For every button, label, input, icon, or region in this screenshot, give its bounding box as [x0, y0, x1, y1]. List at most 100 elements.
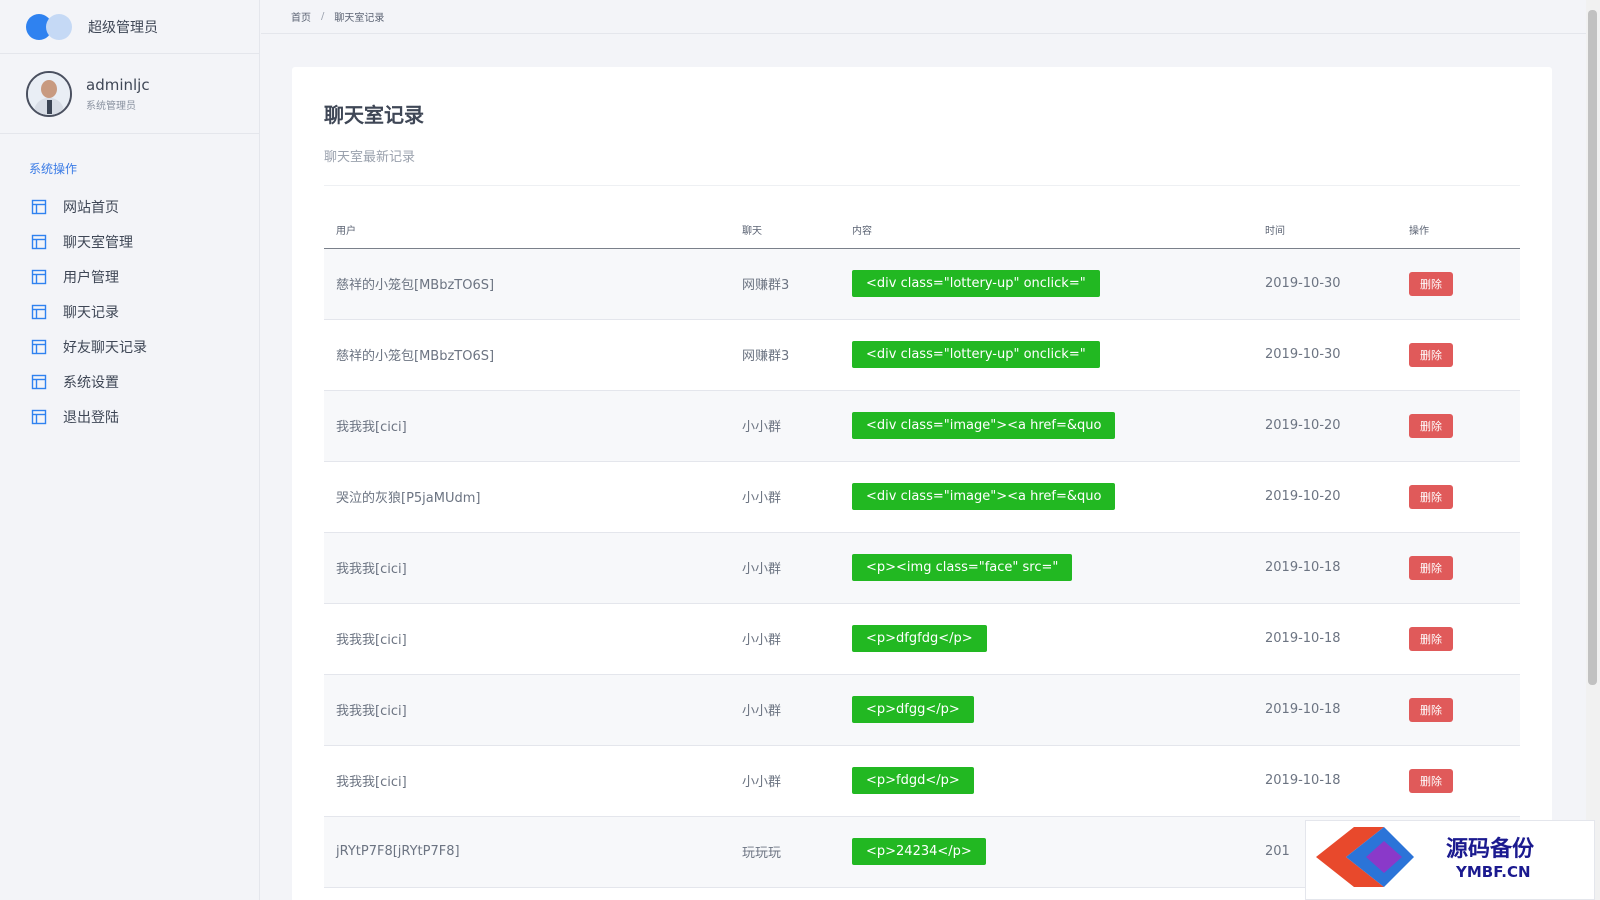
cell-time: 2019-10-20: [1253, 461, 1397, 533]
sidebar-item-label: 聊天记录: [63, 304, 119, 321]
cell-chat: 小小群: [730, 461, 840, 533]
cell-content: <p>dfgfdg</p>: [840, 603, 1253, 675]
cell-time: 2019-10-30: [1253, 319, 1397, 391]
content-badge: <div class="image"><a href=&quo: [852, 483, 1116, 510]
sidebar-item[interactable]: 系统设置: [0, 364, 259, 399]
table-row: 慈祥的小笼包[MBbzTO6S] 网赚群3 <div class="lottery-…: [324, 248, 1520, 320]
cell-chat: 小小群: [730, 745, 840, 817]
layout-icon: [31, 269, 47, 284]
content-badge: <p>dfgg</p>: [852, 696, 974, 723]
table-header-row: 用户 聊天 内容 时间 操作: [324, 212, 1520, 249]
delete-button[interactable]: 删除: [1409, 484, 1453, 509]
scrollbar-thumb[interactable]: [1588, 10, 1597, 685]
delete-button[interactable]: 删除: [1409, 626, 1453, 651]
table-row: 哭泣的灰狼[P5jaMUdm] 小小群 <div class="image"><a …: [324, 461, 1520, 533]
cell-time: 2019-10-18: [1253, 532, 1397, 604]
delete-button[interactable]: 删除: [1409, 413, 1453, 438]
cell-time: 2019-10-18: [1253, 603, 1397, 675]
app: 超级管理员 adminljc 系统管理员 系统操作 网站首页 聊天室管理 用户管理聊…: [0, 0, 1600, 900]
cell-chat: 玩玩玩: [730, 816, 840, 888]
table-row: 我我我[cici] 小小群 <div class="image"><a href=&…: [324, 390, 1520, 462]
cell-user: 慈祥的小笼包[MBbzTO6S]: [324, 319, 730, 391]
layout-icon: [31, 234, 47, 249]
header-content: 内容: [840, 212, 1253, 249]
sidebar-item-label: 用户管理: [63, 269, 119, 286]
header-time: 时间: [1253, 212, 1397, 249]
layout-icon: [31, 409, 47, 424]
sidebar-item-label: 退出登陆: [63, 409, 119, 426]
cell-time: 2019-10-18: [1253, 674, 1397, 746]
cell-content: <p>24234</p>: [840, 816, 1253, 888]
breadcrumb: 首页 / 聊天室记录: [261, 0, 1586, 34]
cell-user: 我我我[cici]: [324, 674, 730, 746]
cell-user: 我我我[cici]: [324, 532, 730, 604]
cell-action: 删除: [1397, 390, 1520, 462]
cell-user: jRYtP7F8[jRYtP7F8]: [324, 816, 730, 888]
sidebar-item[interactable]: 网站首页: [0, 189, 259, 224]
avatar[interactable]: [26, 70, 72, 117]
cell-chat: 网赚群3: [730, 248, 840, 320]
header-chat: 聊天: [730, 212, 840, 249]
table-row: 慈祥的小笼包[MBbzTO6S] 网赚群3 <div class="lottery-…: [324, 319, 1520, 391]
nav-section-title: 系统操作: [29, 162, 78, 176]
layout-icon: [31, 374, 47, 389]
cell-user: 慈祥的小笼包[MBbzTO6S]: [324, 248, 730, 320]
cell-action: 删除: [1397, 532, 1520, 604]
cell-content: <p>dfgg</p>: [840, 674, 1253, 746]
cell-chat: 网赚群3: [730, 319, 840, 391]
sidebar-item[interactable]: 好友聊天记录: [0, 329, 259, 364]
records-table: 用户 聊天 内容 时间 操作 慈祥的小笼包[MBbzTO6S] 网赚群3 <div …: [324, 212, 1520, 888]
table-row: 我我我[cici] 小小群 <p>dfgfdg</p> 2019-10-18 删除: [324, 603, 1520, 675]
sidebar-item-label: 好友聊天记录: [63, 339, 147, 356]
cell-content: <div class="image"><a href=&quo: [840, 390, 1253, 462]
scrollbar[interactable]: [1586, 0, 1600, 900]
delete-button[interactable]: 删除: [1409, 342, 1453, 367]
cell-user: 哭泣的灰狼[P5jaMUdm]: [324, 461, 730, 533]
watermark-title: 源码备份: [1446, 837, 1535, 862]
header-user: 用户: [324, 212, 730, 249]
brand-logo: [26, 13, 76, 41]
cell-content: <p><img class="face" src=": [840, 532, 1253, 604]
brand-title: 超级管理员: [88, 19, 158, 36]
breadcrumb-current: 聊天室记录: [334, 13, 385, 24]
content-badge: <p>24234</p>: [852, 838, 986, 865]
page-subtitle: 聊天室最新记录: [324, 146, 1520, 186]
delete-button[interactable]: 删除: [1409, 768, 1453, 793]
sidebar: 超级管理员 adminljc 系统管理员 系统操作 网站首页 聊天室管理用户管理聊…: [0, 0, 260, 900]
layout-icon: [31, 304, 47, 319]
content-badge: <div class="image"><a href=&quo: [852, 412, 1116, 439]
sidebar-item[interactable]: 退出登陆: [0, 399, 259, 434]
content-badge: <p><img class="face" src=": [852, 554, 1073, 581]
breadcrumb-home[interactable]: 首页: [291, 9, 311, 24]
content-badge: <p>fdgd</p>: [852, 767, 974, 794]
sidebar-item[interactable]: 聊天记录: [0, 294, 259, 329]
brand: 超级管理员: [0, 0, 259, 54]
cell-chat: 小小群: [730, 390, 840, 462]
delete-button[interactable]: 删除: [1409, 271, 1453, 296]
cell-user: 我我我[cici]: [324, 745, 730, 817]
delete-button[interactable]: 删除: [1409, 555, 1453, 580]
watermark-emblem-icon: [1316, 827, 1414, 887]
sidebar-item[interactable]: 聊天室管理: [0, 224, 259, 259]
breadcrumb-separator: /: [321, 11, 325, 22]
sidebar-nav: 网站首页 聊天室管理用户管理聊天记录好友聊天记录系统设置退出登陆: [0, 189, 259, 434]
cell-user: 我我我[cici]: [324, 603, 730, 675]
cell-action: 删除: [1397, 603, 1520, 675]
cell-chat: 小小群: [730, 532, 840, 604]
cell-action: 删除: [1397, 319, 1520, 391]
watermark-logo: 源码备份 YMBF.CN: [1305, 820, 1595, 900]
cell-time: 2019-10-18: [1253, 745, 1397, 817]
table-row: 我我我[cici] 小小群 <p>fdgd</p> 2019-10-18 删除: [324, 745, 1520, 817]
user-panel: adminljc 系统管理员: [0, 54, 259, 134]
cell-chat: 小小群: [730, 674, 840, 746]
content-badge: <p>dfgfdg</p>: [852, 625, 987, 652]
cell-content: <p>fdgd</p>: [840, 745, 1253, 817]
layout-icon: [31, 339, 47, 354]
cell-action: 删除: [1397, 461, 1520, 533]
cell-content: <div class="lottery-up" onclick=": [840, 248, 1253, 320]
watermark-domain: YMBF.CN: [1456, 863, 1531, 881]
header-action: 操作: [1397, 212, 1520, 249]
sidebar-item[interactable]: 用户管理: [0, 259, 259, 294]
cell-action: 删除: [1397, 248, 1520, 320]
delete-button[interactable]: 删除: [1409, 697, 1453, 722]
